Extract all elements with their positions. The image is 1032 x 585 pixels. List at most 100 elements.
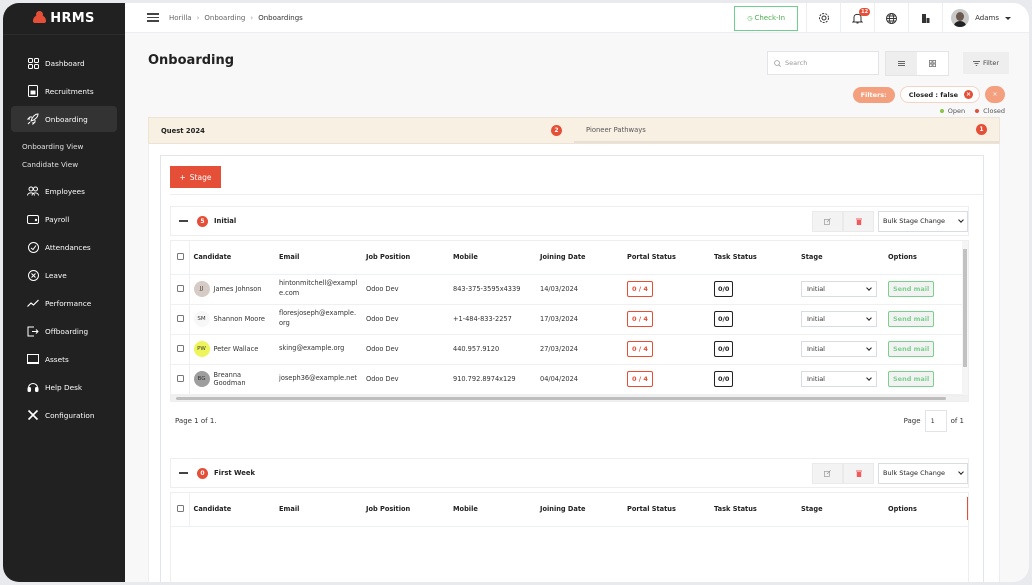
breadcrumb-item[interactable]: Horilla (169, 14, 192, 22)
laptop-icon (27, 353, 39, 365)
select-all-checkbox[interactable] (177, 504, 184, 512)
sidebar-item-attendances[interactable]: Attendances (11, 233, 117, 261)
chevron-right-icon: › (196, 13, 200, 22)
tab-quest-2024[interactable]: Quest 2024 2 (149, 118, 574, 143)
check-in-button[interactable]: ◷ Check-In (734, 5, 799, 31)
bulk-stage-change-select[interactable]: Bulk Stage Change (878, 210, 968, 232)
settings-button[interactable] (806, 3, 840, 33)
stage-select[interactable]: Initial (801, 341, 877, 357)
tab-count-badge: 1 (976, 124, 987, 135)
sidebar-item-label: Employees (45, 186, 85, 196)
row-checkbox[interactable] (177, 284, 184, 292)
sidebar-item-performance[interactable]: Performance (11, 289, 117, 317)
stage-select[interactable]: Initial (801, 371, 877, 387)
edit-stage-button[interactable] (812, 210, 843, 232)
col-mobile: Mobile (449, 241, 536, 275)
col-job-position: Job Position (362, 241, 449, 275)
page-title: Onboarding (148, 53, 235, 68)
table-row: SM Shannon Moore floresjoseph@example.org O… (171, 304, 968, 335)
task-status-badge: 0/0 (714, 371, 734, 387)
delete-stage-button[interactable] (843, 210, 874, 232)
menu-toggle-icon[interactable] (147, 13, 159, 22)
candidate-cell[interactable]: BG Breanna Goodman (193, 371, 272, 387)
sidebar-item-payroll[interactable]: Payroll (11, 205, 117, 233)
bulk-stage-change-select[interactable]: Bulk Stage Change (878, 462, 968, 484)
sidebar-item-dashboard[interactable]: Dashboard (11, 49, 117, 77)
tab-pioneer-pathways[interactable]: Pioneer Pathways 1 (574, 118, 999, 143)
row-checkbox[interactable] (177, 314, 184, 322)
mobile-cell: 843-375-3595x4339 (449, 274, 536, 305)
horizontal-scrollbar[interactable] (171, 394, 968, 401)
x-circle-icon (27, 269, 39, 281)
page-number-input[interactable]: 1 (924, 409, 947, 432)
collapse-icon[interactable] (179, 472, 188, 474)
col-stage: Stage (797, 241, 884, 275)
sidebar-subitem-onboarding-view[interactable]: Onboarding View (3, 137, 125, 155)
stage-select[interactable]: Initial (801, 311, 877, 327)
email-cell: floresjoseph@example.org (275, 304, 362, 335)
table-header-row: Candidate Email Job Position Mobile Join… (171, 493, 968, 527)
sidebar-item-help-desk[interactable]: Help Desk (11, 373, 117, 401)
joining-date-cell: 14/03/2024 (536, 274, 623, 305)
select-all-checkbox[interactable] (177, 252, 184, 260)
send-mail-button[interactable]: Send mail (888, 341, 935, 357)
brand-logo[interactable]: HRMS (3, 3, 125, 35)
sidebar-item-configuration[interactable]: Configuration (11, 401, 117, 429)
page-of-label: of 1 (950, 416, 964, 425)
breadcrumb-item[interactable]: Onboarding (204, 14, 245, 22)
send-mail-button[interactable]: Send mail (888, 281, 935, 297)
row-checkbox[interactable] (177, 344, 184, 352)
sidebar-item-assets[interactable]: Assets (11, 345, 117, 373)
col-mobile: Mobile (449, 493, 536, 527)
task-status-badge: 0/0 (714, 281, 734, 297)
sidebar-item-leave[interactable]: Leave (11, 261, 117, 289)
user-avatar (951, 9, 970, 27)
topbar-actions: ◷ Check-In 12 Adams (734, 3, 1029, 33)
company-switch-button[interactable] (908, 3, 942, 33)
sidebar-item-onboarding[interactable]: Onboarding (11, 106, 117, 132)
task-status-badge: 0/0 (714, 311, 734, 327)
list-icon (898, 61, 905, 66)
delete-stage-button[interactable] (843, 462, 874, 484)
joining-date-cell: 17/03/2024 (536, 304, 623, 335)
stage-name: Initial (214, 217, 237, 225)
email-cell: joseph36@example.net (275, 364, 362, 395)
candidate-cell[interactable]: JJ James Johnson (193, 281, 272, 297)
list-view-button[interactable] (886, 52, 917, 75)
search-input[interactable]: Search (767, 51, 879, 75)
edit-icon (824, 469, 831, 477)
send-mail-button[interactable]: Send mail (888, 311, 935, 327)
collapse-icon[interactable] (179, 220, 188, 222)
clear-filters-button[interactable]: × (985, 86, 1005, 103)
filter-button[interactable]: Filter (963, 52, 1009, 74)
job-position-cell: Odoo Dev (362, 304, 449, 335)
chevron-down-icon (866, 375, 872, 381)
sidebar-subitem-candidate-view[interactable]: Candidate View (3, 155, 125, 173)
user-menu[interactable]: Adams (942, 3, 1029, 33)
edit-stage-button[interactable] (812, 462, 843, 484)
sidebar-item-label: Offboarding (45, 326, 89, 336)
sidebar-item-offboarding[interactable]: Offboarding (11, 317, 117, 345)
grid-view-button[interactable] (917, 52, 948, 75)
stage-select[interactable]: Initial (801, 281, 877, 297)
col-task-status: Task Status (710, 241, 797, 275)
language-button[interactable] (874, 3, 908, 33)
send-mail-button[interactable]: Send mail (888, 371, 935, 387)
add-stage-button[interactable]: + Stage (170, 166, 221, 188)
stage-initial: 5 Initial Bulk Stage Change Candidate Em… (170, 206, 969, 440)
candidate-cell[interactable]: SM Shannon Moore (193, 311, 272, 327)
col-joining-date: Joining Date (536, 493, 623, 527)
remove-filter-icon[interactable]: × (964, 90, 973, 99)
vertical-scrollbar[interactable] (962, 241, 968, 401)
topbar: Horilla › Onboarding › Onboardings ◷ Che… (125, 3, 1029, 33)
col-stage: Stage (797, 493, 884, 527)
notifications-button[interactable]: 12 (840, 3, 874, 33)
candidate-cell[interactable]: PW Peter Wallace (193, 341, 272, 357)
sidebar-item-employees[interactable]: Employees (11, 177, 117, 205)
page-summary: Page 1 of 1. (175, 416, 217, 425)
candidate-name: Breanna Goodman (213, 371, 246, 387)
filter-chip: Closed : false × (899, 86, 980, 103)
job-position-cell: Odoo Dev (362, 334, 449, 365)
row-checkbox[interactable] (177, 374, 184, 382)
sidebar-item-recruitments[interactable]: Recruitments (11, 77, 117, 105)
